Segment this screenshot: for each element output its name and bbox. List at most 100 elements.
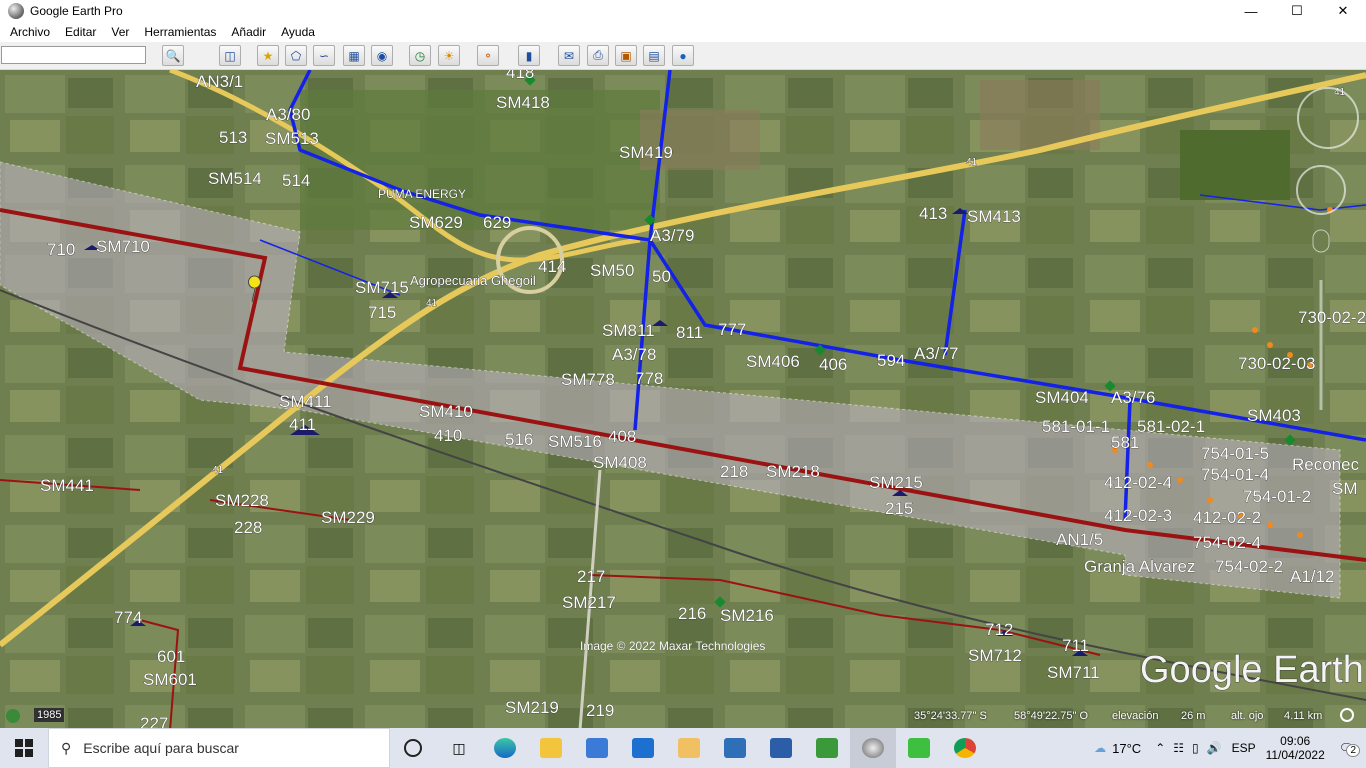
map-label: 730-02-2 <box>1298 308 1366 327</box>
notifications-icon[interactable]: 🗨2 <box>1339 741 1360 757</box>
presentation-app-icon[interactable] <box>712 728 758 768</box>
clock-time: 09:06 <box>1280 734 1311 748</box>
ruler-icon[interactable]: ▮ <box>518 45 540 66</box>
sunlight-icon[interactable]: ☀ <box>438 45 460 66</box>
toolbar: 🔍 ◫ ★ ⬠ ∽ ▦ ◉ ◷ ☀ ⚬ ▮ ✉ ⎙ ▣ ▤ ● <box>0 42 1366 70</box>
title-bar: Google Earth Pro — ☐ ✕ <box>0 0 1366 22</box>
close-button[interactable]: ✕ <box>1320 0 1366 22</box>
windows-start-button[interactable] <box>0 728 48 768</box>
taskbar-search-box[interactable]: ⚲ Escribe aquí para buscar <box>48 728 390 768</box>
map-label: SM <box>1332 479 1358 498</box>
map-label: 412-02-2 <box>1193 508 1261 527</box>
taskbar-search-placeholder: Escribe aquí para buscar <box>83 740 239 756</box>
menu-ver[interactable]: Ver <box>101 25 134 39</box>
windows-logo-icon <box>15 739 33 757</box>
chrome-browser-icon[interactable] <box>942 728 988 768</box>
map-label: 215 <box>885 499 913 518</box>
google-earth-taskbar-icon[interactable] <box>850 728 896 768</box>
earth-icon[interactable]: ● <box>672 45 694 66</box>
map-label: 513 <box>219 128 247 147</box>
minimize-button[interactable]: — <box>1228 0 1274 22</box>
longitude-readout: 58°49'22.75" O <box>1014 710 1089 722</box>
email-icon[interactable]: ✉ <box>558 45 580 66</box>
polygon-icon[interactable]: ⬠ <box>285 45 307 66</box>
volume-icon[interactable]: 🔊 <box>1207 741 1222 755</box>
task-view-icon[interactable]: ◫ <box>436 728 482 768</box>
planets-icon[interactable]: ⚬ <box>477 45 499 66</box>
map-label: 406 <box>819 355 847 374</box>
menu-editar[interactable]: Editar <box>55 25 101 39</box>
microsoft-store-icon[interactable] <box>574 728 620 768</box>
map-label: 412-02-3 <box>1104 506 1172 525</box>
map-label: SM418 <box>496 93 550 112</box>
weather-temperature[interactable]: 17°C <box>1112 741 1141 756</box>
map-label: 754-02-4 <box>1193 533 1261 552</box>
mail-icon[interactable] <box>620 728 666 768</box>
system-tray: ☁ 17°C ⌃ ☷ ▯ 🔊 ESP 09:06 11/04/2022 🗨2 <box>1094 728 1366 768</box>
sidebar-toggle-icon[interactable]: ◫ <box>219 45 241 66</box>
battery-icon[interactable]: ▯ <box>1192 741 1199 755</box>
google-earth-app-icon <box>8 3 24 19</box>
print-icon[interactable]: ⎙ <box>587 45 609 66</box>
historical-imagery-icon[interactable]: ◷ <box>409 45 431 66</box>
map-label: SM229 <box>321 508 375 527</box>
network-icon[interactable]: ☷ <box>1173 741 1184 755</box>
map-label: SM411 <box>279 392 332 411</box>
map-label: 418 <box>506 70 534 82</box>
language-indicator[interactable]: ESP <box>1232 741 1256 755</box>
weather-cloud-icon[interactable]: ☁ <box>1094 741 1106 755</box>
placemark-icon[interactable]: ★ <box>257 45 279 66</box>
map-label: 778 <box>635 369 663 388</box>
map-label: SM712 <box>968 646 1022 665</box>
spreadsheet-app-icon[interactable] <box>804 728 850 768</box>
map-label: A3/80 <box>266 105 310 124</box>
menu-anadir[interactable]: Añadir <box>221 25 271 39</box>
map-label: SM406 <box>746 352 800 371</box>
eye-altitude-value: 4.11 km <box>1284 710 1323 722</box>
clock[interactable]: 09:06 11/04/2022 <box>1266 734 1325 762</box>
map-label: SM811 <box>602 321 655 340</box>
map-view-icon[interactable]: ▤ <box>643 45 665 66</box>
map-label: 754-01-2 <box>1243 487 1311 506</box>
search-icon: ⚲ <box>61 739 72 756</box>
maximize-button[interactable]: ☐ <box>1274 0 1320 22</box>
map-label: SM215 <box>869 473 923 492</box>
search-icon[interactable]: 🔍 <box>162 45 184 66</box>
map-label: SM715 <box>355 278 409 297</box>
map-label: SM710 <box>96 237 150 256</box>
route-shield-label: 41 <box>212 465 224 476</box>
edge-browser-icon[interactable] <box>482 728 528 768</box>
tour-icon[interactable]: ◉ <box>371 45 393 66</box>
map-label: A1/12 <box>1290 567 1334 586</box>
field-area <box>300 90 660 230</box>
map-label: 414 <box>538 257 566 276</box>
menu-archivo[interactable]: Archivo <box>0 25 55 39</box>
map-label: 218 <box>720 462 748 481</box>
map-label: 408 <box>608 427 636 446</box>
folder-app-icon[interactable] <box>666 728 712 768</box>
map-canvas[interactable]: AN3/1 418 SM418 A3/80 513 SM513 SM514 51… <box>0 70 1366 730</box>
field-area <box>1180 130 1290 200</box>
chevron-up-icon[interactable]: ⌃ <box>1155 741 1165 755</box>
map-label: 50 <box>652 267 671 286</box>
window-title: Google Earth Pro <box>30 4 123 18</box>
file-explorer-icon[interactable] <box>528 728 574 768</box>
map-label: 413 <box>919 204 947 223</box>
menu-ayuda[interactable]: Ayuda <box>271 25 320 39</box>
map-label: SM711 <box>1047 663 1100 682</box>
cortana-icon[interactable] <box>390 728 436 768</box>
path-icon[interactable]: ∽ <box>313 45 335 66</box>
map-label: Granja Alvarez <box>1084 557 1196 576</box>
map-label: AN1/5 <box>1056 530 1103 549</box>
menu-herramientas[interactable]: Herramientas <box>134 25 221 39</box>
map-label: 217 <box>577 567 605 586</box>
historical-clock-icon[interactable] <box>6 709 20 723</box>
save-image-icon[interactable]: ▣ <box>615 45 637 66</box>
map-view[interactable]: AN3/1 418 SM418 A3/80 513 SM513 SM514 51… <box>0 70 1366 730</box>
search-input[interactable] <box>1 46 146 64</box>
word-app-icon[interactable] <box>758 728 804 768</box>
route-shield-label: 41 <box>426 298 438 309</box>
overlay-icon[interactable]: ▦ <box>343 45 365 66</box>
map-label: SM441 <box>40 476 94 495</box>
green-cube-app-icon[interactable] <box>896 728 942 768</box>
